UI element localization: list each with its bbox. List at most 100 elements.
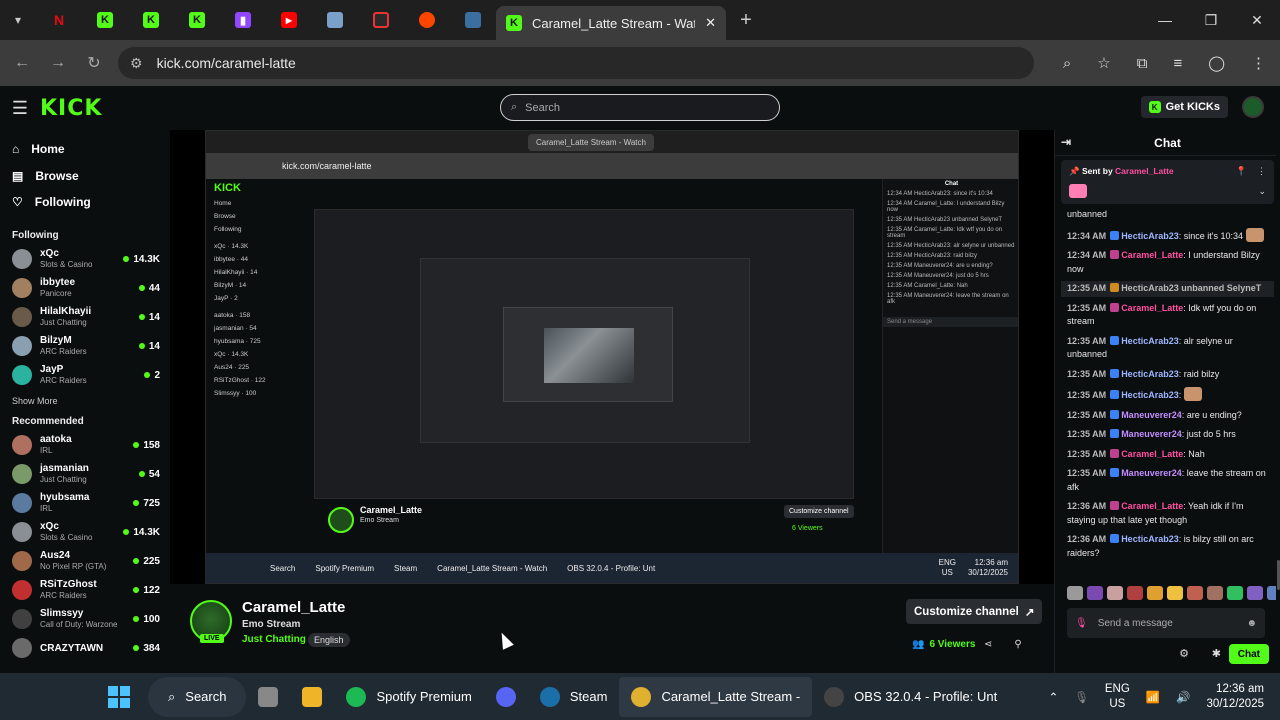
emote-icon[interactable] [1127, 586, 1143, 600]
tab-site-1[interactable] [312, 0, 358, 40]
chat-username[interactable]: HecticArab23 [1121, 534, 1179, 544]
chat-username[interactable]: Caramel_Latte [1121, 250, 1183, 260]
close-tab-icon[interactable]: ✕ [705, 15, 716, 31]
sidebar-channel-jasmanian[interactable]: jasmanian Just Chatting 54 [0, 460, 170, 489]
chat-username[interactable]: Maneuverer24 [1121, 410, 1182, 420]
start-button[interactable] [96, 677, 142, 717]
unpin-icon[interactable]: 📍 [1236, 166, 1247, 177]
gear-icon[interactable]: ⚙ [1179, 647, 1189, 660]
sidebar-channel-ibbytee[interactable]: ibbytee Panicore 44 [0, 274, 170, 303]
menu-icon[interactable]: ☰ [0, 98, 40, 119]
chat-username[interactable]: HecticArab23 [1121, 283, 1179, 293]
microphone-icon[interactable]: 🎙 [1074, 690, 1089, 704]
stream-category[interactable]: Just Chatting [242, 634, 306, 645]
emote-icon[interactable] [1247, 586, 1263, 600]
tab-kick-3[interactable]: K [174, 0, 220, 40]
tab-site-3[interactable] [450, 0, 496, 40]
task-view-button[interactable] [246, 677, 290, 717]
tab-kick-2[interactable]: K [128, 0, 174, 40]
sidebar-channel-aus24[interactable]: Aus24 No Pixel RP (GTA) 225 [0, 547, 170, 576]
sidebar-item-home[interactable]: ⌂ Home [0, 136, 170, 163]
chat-username[interactable]: HecticArab23 [1121, 369, 1179, 379]
site-info-icon[interactable]: ⚙ [130, 55, 143, 72]
emote-icon[interactable] [1107, 586, 1123, 600]
send-chat-button[interactable]: Chat [1228, 644, 1269, 664]
volume-icon[interactable]: 🔊 [1176, 690, 1190, 704]
sidebar-channel-rsitzghost[interactable]: RSiTzGhost ARC Raiders 122 [0, 576, 170, 605]
tab-netflix[interactable]: N [36, 0, 82, 40]
tab-search-chevron-icon[interactable]: ▾ [0, 0, 36, 40]
chat-username[interactable]: Caramel_Latte [1121, 501, 1183, 511]
sidebar-channel-hyubsama[interactable]: hyubsama IRL 725 [0, 489, 170, 518]
chat-username[interactable]: HecticArab23 [1121, 336, 1179, 346]
browser-menu-icon[interactable]: ⋮ [1251, 54, 1266, 72]
show-more-link[interactable]: Show More [0, 390, 170, 412]
chat-settings-icon[interactable]: ✱ [1212, 647, 1221, 660]
file-explorer-button[interactable] [290, 677, 334, 717]
address-bar[interactable]: ⚙ kick.com/caramel-latte [118, 47, 1034, 79]
input-language[interactable]: ENG US [1105, 682, 1130, 712]
tab-youtube[interactable]: ▶ [266, 0, 312, 40]
bookmark-star-icon[interactable]: ☆ [1097, 54, 1110, 72]
get-kicks-button[interactable]: K Get KICKs [1140, 96, 1228, 118]
sidebar-channel-xqc[interactable]: xQc Slots & Casino 14.3K [0, 518, 170, 547]
sidebar-channel-slimssyy[interactable]: Slimssyy Call of Duty: Warzone 100 [0, 605, 170, 634]
taskbar-app-obs[interactable]: OBS 32.0.4 - Profile: Unt [812, 677, 1009, 717]
chat-username[interactable]: Caramel_Latte [1121, 449, 1183, 459]
pinned-message[interactable]: 📌 Sent by Caramel_Latte 📍 ⋮ ⌄ [1061, 160, 1274, 204]
media-control-icon[interactable]: ≡ [1173, 55, 1182, 72]
sidebar-item-browse[interactable]: ▤ Browse [0, 163, 170, 190]
emote-icon[interactable] [1087, 586, 1103, 600]
emote-icon[interactable] [1187, 586, 1203, 600]
tab-twitch[interactable]: ▮ [220, 0, 266, 40]
wifi-icon[interactable]: 📶 [1146, 690, 1160, 704]
chat-username[interactable]: HecticArab23 [1121, 231, 1179, 241]
collapse-chat-icon[interactable]: ⇥ [1061, 135, 1071, 149]
extensions-icon[interactable]: ⧉ [1137, 55, 1148, 72]
close-window-icon[interactable]: ✕ [1234, 0, 1280, 40]
sidebar-channel-hilalkhayii[interactable]: HilalKhayii Just Chatting 14 [0, 303, 170, 332]
new-tab-button[interactable]: + [726, 9, 766, 32]
sidebar-channel-aatoka[interactable]: aatoka IRL 158 [0, 431, 170, 460]
taskbar-app-chrome[interactable]: Caramel_Latte Stream - [619, 676, 813, 717]
customize-channel-button[interactable]: Customize channel ↗ [906, 599, 1043, 624]
taskbar-search[interactable]: ⌕ Search [148, 676, 247, 717]
emote-icon[interactable] [1147, 586, 1163, 600]
chevron-down-icon[interactable]: ⌄ [1258, 186, 1266, 197]
chat-username[interactable]: HecticArab23 [1121, 390, 1179, 400]
minimize-icon[interactable]: — [1142, 0, 1188, 40]
zoom-icon[interactable]: ⌕ [1063, 55, 1071, 72]
emote-icon[interactable] [1227, 586, 1243, 600]
clock[interactable]: 12:36 am 30/12/2025 [1206, 682, 1264, 712]
video-player[interactable]: Caramel_Latte Stream - Watch kick.com/ca… [170, 130, 1054, 584]
chat-username[interactable]: Maneuverer24 [1121, 468, 1182, 478]
forward-icon[interactable]: → [40, 54, 76, 72]
tab-kick-1[interactable]: K [82, 0, 128, 40]
emote-icon[interactable] [1207, 586, 1223, 600]
user-avatar[interactable] [1242, 96, 1264, 118]
active-tab[interactable]: K Caramel_Latte Stream - Watch ✕ [496, 6, 726, 40]
language-tag[interactable]: English [308, 633, 350, 647]
restore-icon[interactable]: ❐ [1188, 0, 1234, 40]
emoji-icon[interactable]: ☻ [1246, 618, 1265, 629]
pinned-menu-icon[interactable]: ⋮ [1257, 166, 1266, 177]
sidebar-channel-bilzym[interactable]: BilzyM ARC Raiders 14 [0, 332, 170, 361]
tab-site-2[interactable] [358, 0, 404, 40]
sidebar-channel-jayp[interactable]: JayP ARC Raiders 2 [0, 361, 170, 390]
back-icon[interactable]: ← [4, 54, 40, 72]
taskbar-app-discord[interactable] [484, 677, 528, 717]
taskbar-app-spotify[interactable]: Spotify Premium [334, 677, 483, 717]
chat-username[interactable]: Caramel_Latte [1121, 303, 1183, 313]
taskbar-app-steam[interactable]: Steam [528, 677, 620, 717]
kick-logo[interactable]: KICK [40, 96, 102, 121]
reload-icon[interactable]: ↻ [76, 53, 112, 73]
chat-input[interactable]: 🎙 Send a message ☻ [1067, 608, 1265, 638]
user-add-icon[interactable]: ⚲ [1014, 639, 1021, 650]
page-scrollbar[interactable] [1276, 130, 1280, 673]
search-input[interactable]: ⌕ Search [500, 94, 780, 121]
sidebar-channel-xqc[interactable]: xQc Slots & Casino 14.3K [0, 245, 170, 274]
tab-reddit[interactable] [404, 0, 450, 40]
chat-username[interactable]: Maneuverer24 [1121, 429, 1182, 439]
emote-icon[interactable] [1067, 586, 1083, 600]
emote-icon[interactable] [1167, 586, 1183, 600]
